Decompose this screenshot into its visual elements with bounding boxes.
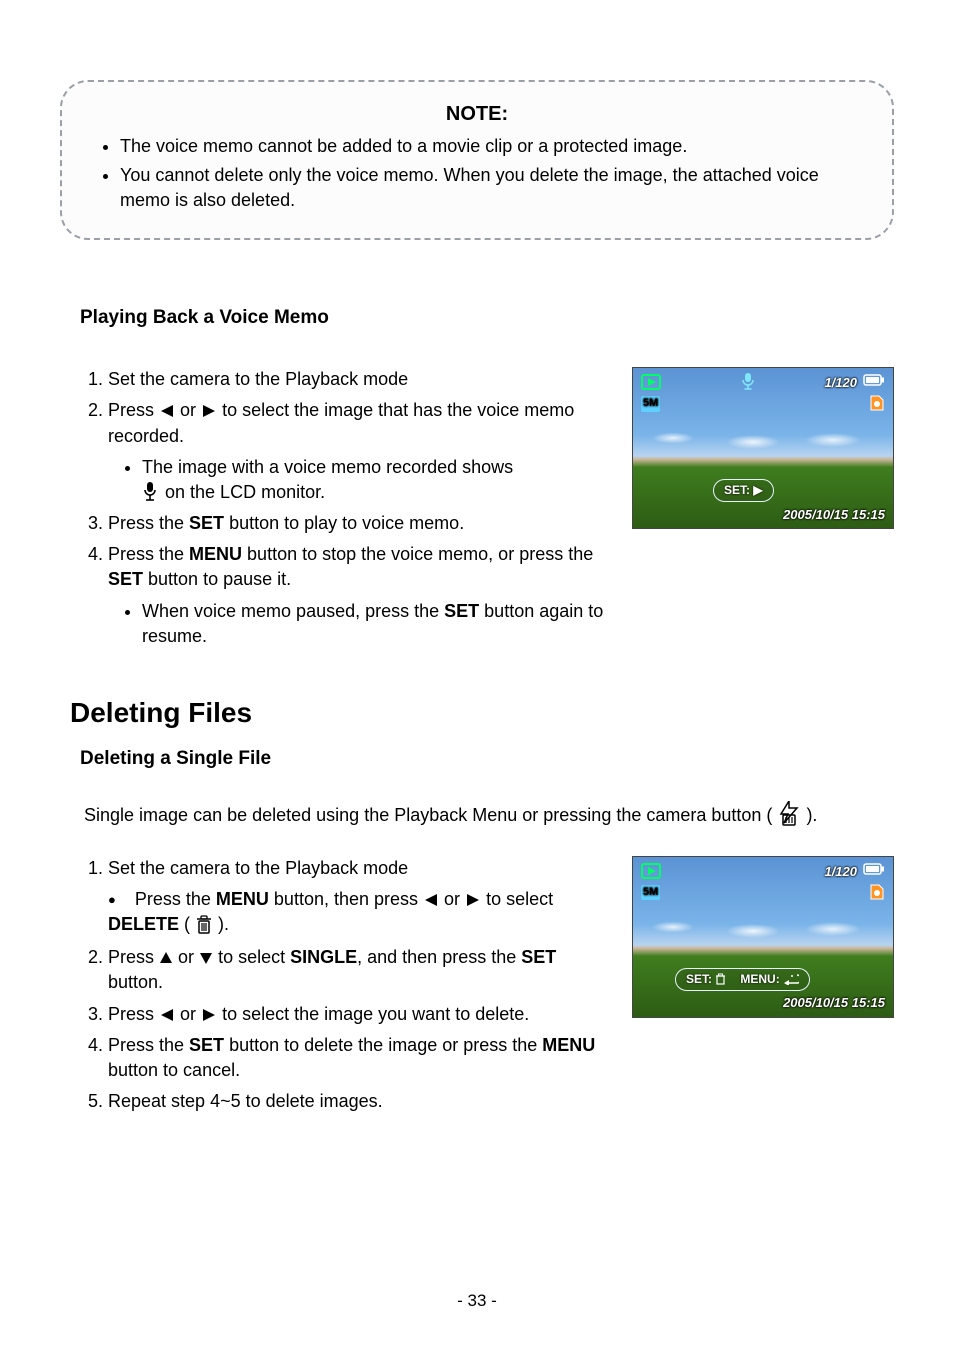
timestamp: 2005/10/15 15:15	[783, 506, 885, 524]
memory-card-icon	[869, 394, 885, 412]
deleting-steps-cont: Press or to select SINGLE, and then pres…	[60, 945, 604, 1114]
playback-mode-icon	[641, 863, 661, 879]
lcd-preview-playback: 5M 1/120 SET: ▶	[632, 367, 894, 529]
note-list: The voice memo cannot be added to a movi…	[92, 134, 862, 214]
timestamp: 2005/10/15 15:15	[783, 994, 885, 1012]
set-menu-hint-pill: SET: MENU:	[675, 968, 810, 991]
page-number: - 33 -	[0, 1289, 954, 1313]
deleting-bullet-row: Press the MENU button, then press or to …	[60, 887, 604, 937]
flash-trash-icon	[777, 801, 801, 827]
sub-step: Press the MENU button, then press or to …	[108, 887, 604, 937]
up-arrow-icon	[159, 951, 173, 965]
lcd-preview-delete: 5M 1/120 SET: MENU:	[632, 856, 894, 1018]
playback-mode-icon	[641, 374, 661, 390]
deleting-sub-heading: Deleting a Single File	[80, 746, 894, 773]
step: Set the camera to the Playback mode	[108, 367, 604, 392]
set-hint-pill: SET: ▶	[713, 479, 774, 502]
note-box: NOTE: The voice memo cannot be added to …	[60, 80, 894, 240]
deleting-steps: Set the camera to the Playback mode	[60, 856, 604, 881]
right-arrow-icon	[201, 404, 217, 418]
note-item: You cannot delete only the voice memo. W…	[120, 163, 862, 213]
microphone-icon	[741, 372, 755, 392]
step: Press or to select the image you want to…	[108, 1002, 604, 1027]
deleting-intro: Single image can be deleted using the Pl…	[84, 801, 894, 830]
note-title: NOTE:	[92, 100, 862, 128]
sub-step: The image with a voice memo recorded sho…	[142, 455, 604, 505]
step: Repeat step 4~5 to delete images.	[108, 1089, 604, 1114]
step: Press the SET button to delete the image…	[108, 1033, 604, 1083]
clouds-graphic	[633, 915, 893, 945]
step: Press the SET button to play to voice me…	[108, 511, 604, 536]
battery-icon	[863, 374, 885, 386]
right-arrow-icon	[465, 893, 481, 907]
deleting-heading: Deleting Files	[70, 693, 894, 732]
menu-back-label: MENU:	[740, 971, 799, 988]
playback-steps: Set the camera to the Playback mode Pres…	[60, 367, 604, 649]
sub-step: When voice memo paused, press the SET bu…	[142, 599, 604, 649]
trash-icon	[195, 915, 213, 935]
left-arrow-icon	[159, 1008, 175, 1022]
step: Set the camera to the Playback mode	[108, 856, 604, 881]
left-arrow-icon	[159, 404, 175, 418]
set-trash-label: SET:	[686, 971, 726, 988]
clouds-graphic	[633, 426, 893, 456]
left-arrow-icon	[423, 893, 439, 907]
microphone-icon	[142, 481, 158, 503]
down-arrow-icon	[199, 951, 213, 965]
step: Press or to select the image that has th…	[108, 398, 604, 505]
note-item: The voice memo cannot be added to a movi…	[120, 134, 862, 159]
playback-heading: Playing Back a Voice Memo	[80, 305, 894, 332]
set-play-label: SET: ▶	[724, 482, 763, 499]
image-counter: 1/120	[824, 374, 857, 392]
image-counter: 1/120	[824, 863, 857, 881]
right-arrow-icon	[201, 1008, 217, 1022]
resolution-badge: 5M	[641, 396, 660, 411]
resolution-badge: 5M	[641, 885, 660, 900]
step: Press or to select SINGLE, and then pres…	[108, 945, 604, 995]
battery-icon	[863, 863, 885, 875]
step: Press the MENU button to stop the voice …	[108, 542, 604, 649]
memory-card-icon	[869, 883, 885, 901]
